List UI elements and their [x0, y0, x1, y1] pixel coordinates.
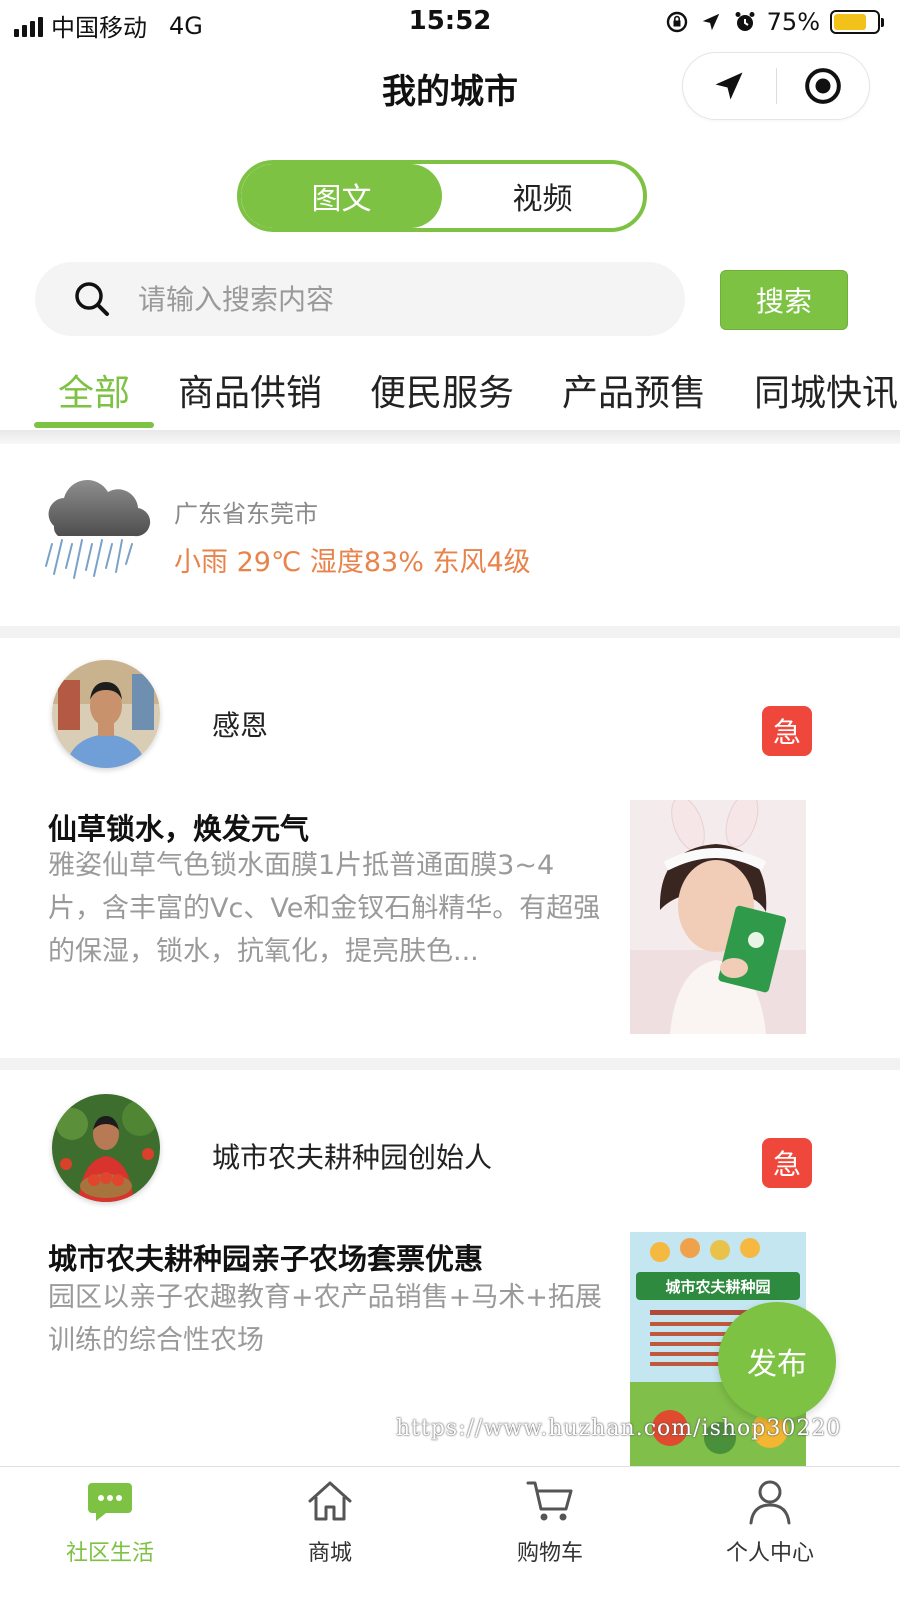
tab-mall[interactable]: 商城: [250, 1467, 410, 1600]
tab-active-indicator: [34, 422, 154, 428]
post-author: 感恩: [212, 709, 269, 742]
rotation-lock-icon: [665, 10, 689, 34]
search-icon: [75, 282, 109, 316]
location-arrow-icon[interactable]: [683, 53, 776, 119]
bottom-tab-bar: 社区生活 商城 购物车 个人中心: [0, 1466, 900, 1600]
tab-all[interactable]: 全部: [58, 350, 130, 430]
battery-icon: [830, 10, 884, 34]
tab-label: 商城: [307, 1541, 352, 1566]
weather-card: 广东省东莞市 小雨 29℃ 湿度83% 东风4级: [0, 444, 900, 626]
tabs-divider: [0, 430, 900, 444]
search-bar: [35, 262, 685, 336]
section-divider: [0, 626, 900, 638]
alarm-icon: [733, 10, 757, 34]
watermark: https://www.huzhan.com/ishop30220: [396, 1416, 842, 1441]
avatar[interactable]: [52, 660, 160, 768]
battery-percent: 75%: [766, 8, 820, 36]
home-icon: [308, 1481, 352, 1521]
status-right: 75%: [665, 8, 884, 36]
post-title: 仙草锁水，焕发元气: [48, 812, 310, 846]
weather-detail: 小雨 29℃ 湿度83% 东风4级: [174, 547, 531, 578]
post-author: 城市农夫耕种园创始人: [212, 1141, 493, 1174]
nav-bar: 我的城市: [0, 44, 900, 130]
rain-cloud-icon: [45, 480, 151, 579]
tab-label: 购物车: [516, 1541, 583, 1566]
tab-presale[interactable]: 产品预售: [562, 350, 706, 430]
weather-location: 广东省东莞市: [174, 500, 318, 528]
search-button[interactable]: 搜索: [720, 270, 848, 330]
post-thumbnail[interactable]: [630, 800, 806, 1034]
tab-cart[interactable]: 购物车: [470, 1467, 630, 1600]
post-title: 城市农夫耕种园亲子农场套票优惠: [48, 1242, 484, 1276]
location-services-icon: [699, 10, 723, 34]
tab-label: 个人中心: [725, 1541, 814, 1566]
toggle-video[interactable]: 视频: [442, 164, 643, 228]
tab-label: 社区生活: [65, 1541, 154, 1566]
section-divider: [0, 1058, 900, 1070]
user-icon: [749, 1480, 791, 1525]
chat-bubble-icon: [88, 1483, 132, 1521]
thumbnail-heading: 城市农夫耕种园: [665, 1278, 771, 1296]
urgent-badge: 急: [762, 1138, 812, 1188]
target-icon[interactable]: [777, 53, 870, 119]
toggle-image-text[interactable]: 图文: [241, 164, 442, 228]
mini-program-capsule: [682, 52, 870, 120]
tab-goods-supply[interactable]: 商品供销: [178, 350, 322, 430]
post-summary: 园区以亲子农趣教育+农产品销售+马术+拓展训练的综合性农场: [48, 1282, 602, 1356]
category-tabs: 全部 商品供销 便民服务 产品预售 同城快讯: [0, 350, 900, 430]
tab-community-life[interactable]: 社区生活: [30, 1467, 190, 1600]
status-bar: 中国移动 4G 15:52 75%: [0, 0, 900, 44]
avatar[interactable]: [52, 1094, 160, 1202]
post-card[interactable]: 感恩 急 仙草锁水，焕发元气 雅姿仙草气色锁水面膜1片抵普通面膜3~4片，含丰富…: [0, 638, 882, 1058]
publish-button[interactable]: 发布: [718, 1302, 836, 1420]
tab-local-news[interactable]: 同城快讯: [754, 350, 898, 430]
cart-icon: [526, 1481, 573, 1521]
search-input[interactable]: [138, 282, 618, 316]
post-summary: 雅姿仙草气色锁水面膜1片抵普通面膜3~4片，含丰富的Vc、Ve和金钗石斛精华。有…: [48, 850, 601, 967]
tab-profile[interactable]: 个人中心: [690, 1467, 850, 1600]
tab-convenience-services[interactable]: 便民服务: [370, 350, 514, 430]
urgent-badge: 急: [762, 706, 812, 756]
view-toggle: 图文 视频: [237, 160, 647, 232]
